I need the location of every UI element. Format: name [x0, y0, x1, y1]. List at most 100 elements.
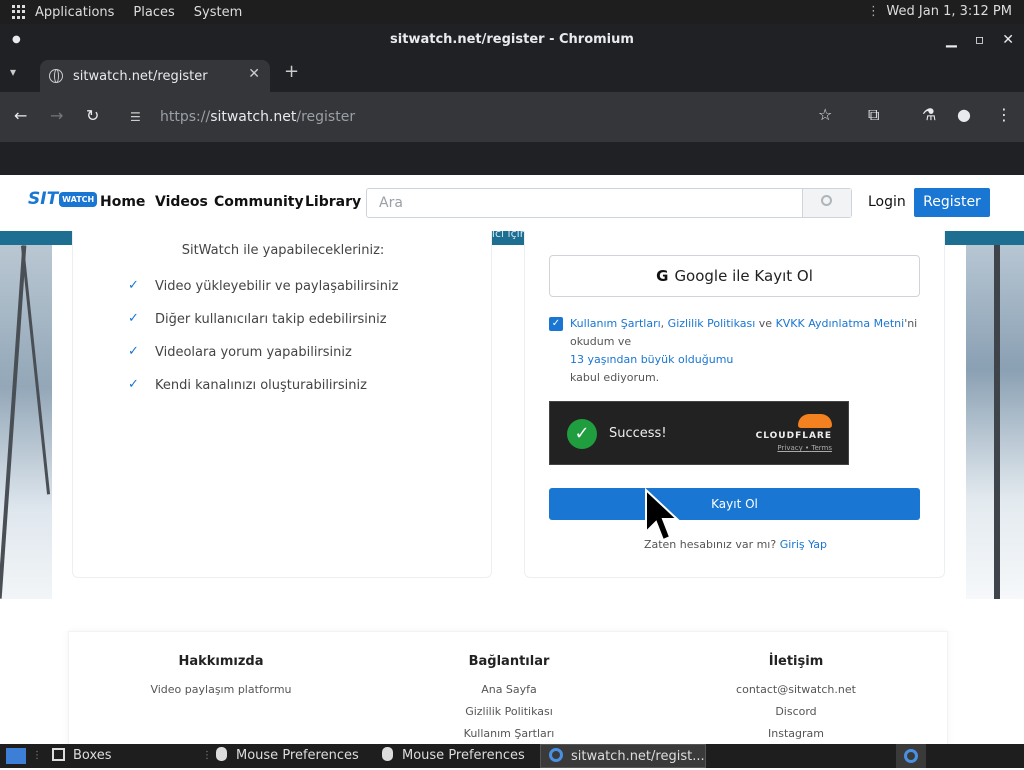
top-panel: Applications Places System ⋮ Wed Jan 1, … — [0, 0, 1024, 24]
captcha-privacy-link[interactable]: Privacy — [777, 444, 802, 452]
captcha-links: Privacy • Terms — [777, 444, 832, 452]
tab-active[interactable]: sitwatch.net/register ✕ — [40, 60, 270, 92]
terms-checkbox[interactable]: ✓ — [549, 317, 563, 331]
submit-register-button[interactable]: Kayıt Ol — [549, 488, 920, 520]
feature-item: ✓ Diğer kullanıcıları takip edebilirsiniz — [128, 311, 387, 327]
tray-chromium-icon[interactable] — [896, 744, 926, 768]
show-desktop-icon[interactable] — [6, 748, 26, 764]
tab-title: sitwatch.net/register — [73, 68, 208, 84]
logo-tv-icon: WATCH — [59, 191, 98, 207]
footer-links: Bağlantılar Ana Sayfa Gizlilik Politikas… — [389, 654, 629, 744]
register-button[interactable]: Register — [914, 188, 990, 217]
age-confirmation-link[interactable]: 13 yaşından büyük olduğumu — [570, 353, 733, 366]
labs-flask-icon[interactable]: ⚗ — [922, 105, 936, 124]
features-heading: SitWatch ile yapabilecekleriniz: — [181, 243, 385, 258]
toolbar-spacer — [0, 142, 1024, 175]
check-icon: ✓ — [128, 344, 139, 359]
search-button[interactable] — [802, 189, 851, 217]
footer-about-text: Video paylaşım platformu — [150, 683, 292, 696]
terms-of-use-link[interactable]: Kullanım Şartları — [570, 317, 661, 330]
privacy-policy-link[interactable]: Gizlilik Politikası — [668, 317, 756, 330]
applications-menu[interactable]: Applications — [35, 5, 114, 20]
login-link-bottom[interactable]: Giriş Yap — [780, 538, 827, 551]
search-input[interactable]: Ara — [379, 195, 403, 211]
have-account-text: Zaten hesabınız var mı? Giriş Yap — [643, 538, 828, 551]
site-info-icon[interactable]: ☰ — [130, 102, 144, 132]
site-footer: Hakkımızda Video paylaşım platformu Bağl… — [68, 631, 948, 744]
footer-contact-instagram[interactable]: Instagram — [676, 723, 916, 744]
window-menu-icon[interactable]: ● — [12, 24, 21, 56]
footer-link-privacy[interactable]: Gizlilik Politikası — [389, 701, 629, 723]
url-scheme: https:// — [160, 109, 211, 125]
kvkk-link[interactable]: KVKK Aydınlatma Metni — [776, 317, 905, 330]
panel-separator-icon: ⋮ — [867, 4, 880, 19]
places-menu[interactable]: Places — [133, 5, 174, 20]
apps-grid-icon[interactable] — [12, 5, 26, 19]
taskbar-item-boxes[interactable]: Boxes — [52, 744, 202, 768]
check-icon: ✓ — [128, 377, 139, 392]
taskbar-item-chromium[interactable]: sitwatch.net/regist... — [540, 744, 706, 768]
site-logo[interactable]: SIT WATCH — [28, 189, 98, 209]
footer-contact-discord[interactable]: Discord — [676, 701, 916, 723]
new-tab-icon[interactable]: + — [284, 61, 299, 82]
footer-about: Hakkımızda Video paylaşım platformu — [101, 654, 341, 701]
footer-link-terms[interactable]: Kullanım Şartları — [389, 723, 629, 744]
address-bar[interactable]: ☰ https://sitwatch.net/register — [126, 102, 846, 132]
background-winter-right — [966, 245, 1024, 599]
window-title: sitwatch.net/register - Chromium — [390, 32, 634, 47]
footer-contact: İletişim contact@sitwatch.net Discord In… — [676, 654, 916, 744]
feature-item: ✓ Video yükleyebilir ve paylaşabilirsiniz — [128, 278, 399, 294]
footer-links-title: Bağlantılar — [468, 654, 550, 669]
nav-videos[interactable]: Videos — [155, 194, 208, 210]
logo-text: SIT — [28, 189, 59, 209]
mouse-icon — [216, 747, 227, 761]
globe-icon — [49, 69, 63, 83]
cloudflare-brand: CLOUDFLARE — [755, 431, 832, 441]
footer-about-title: Hakkımızda — [178, 654, 264, 669]
minimize-icon[interactable]: ▁ — [946, 24, 957, 56]
footer-contact-title: İletişim — [768, 654, 824, 669]
check-icon: ✓ — [128, 278, 139, 293]
nav-library[interactable]: Library — [305, 194, 361, 210]
feature-item: ✓ Videolara yorum yapabilirsiniz — [128, 344, 352, 360]
footer-link-home[interactable]: Ana Sayfa — [389, 679, 629, 701]
taskbar-item-mouse-prefs-1[interactable]: Mouse Preferences — [216, 744, 376, 768]
boxes-icon — [52, 748, 65, 761]
clock[interactable]: Wed Jan 1, 3:12 PM — [886, 4, 1012, 19]
google-signup-button[interactable]: G Google ile Kayıt Ol — [549, 255, 920, 297]
captcha-status: Success! — [609, 426, 667, 441]
background-winter-left — [0, 245, 52, 599]
tab-search-icon[interactable]: ▾ — [10, 65, 16, 79]
chromium-icon — [549, 748, 563, 762]
back-icon[interactable]: ← — [14, 106, 27, 125]
menu-icon[interactable]: ⋮ — [996, 105, 1012, 124]
features-card: SitWatch ile yapabilecekleriniz: ✓ Video … — [72, 231, 492, 578]
login-link[interactable]: Login — [868, 194, 906, 210]
cloudflare-captcha[interactable]: ✓ Success! CLOUDFLARE Privacy • Terms — [549, 401, 849, 465]
taskbar-item-mouse-prefs-2[interactable]: Mouse Preferences — [382, 744, 542, 768]
browser-toolbar: ← → ↻ ☰ https://sitwatch.net/register ☆ ⧉… — [0, 92, 1024, 142]
mouse-cursor-icon — [645, 488, 680, 542]
reload-icon[interactable]: ↻ — [86, 106, 99, 125]
footer-contact-email[interactable]: contact@sitwatch.net — [676, 679, 916, 701]
extensions-icon[interactable]: ⧉ — [868, 105, 879, 125]
tab-strip: ▾ sitwatch.net/register ✕ + — [0, 56, 1024, 92]
search-box: Ara — [366, 188, 852, 218]
check-icon: ✓ — [128, 311, 139, 326]
bookmark-star-icon[interactable]: ☆ — [818, 105, 832, 124]
profile-icon[interactable]: ● — [957, 105, 971, 124]
nav-home[interactable]: Home — [100, 194, 145, 210]
captcha-terms-link[interactable]: Terms — [811, 444, 832, 452]
forward-icon[interactable]: → — [50, 106, 63, 125]
window-titlebar: ● sitwatch.net/register - Chromium ▁ ▫ ✕ — [0, 24, 1024, 56]
close-tab-icon[interactable]: ✕ — [248, 66, 260, 82]
site-header: SIT WATCH Home Videos Community Library A… — [0, 175, 1024, 231]
system-menu[interactable]: System — [194, 5, 242, 20]
nav-community[interactable]: Community — [214, 194, 304, 210]
success-check-icon: ✓ — [567, 419, 597, 449]
close-window-icon[interactable]: ✕ — [1002, 24, 1014, 56]
mouse-icon — [382, 747, 393, 761]
google-icon: G — [656, 267, 669, 285]
register-card: G Google ile Kayıt Ol ✓ Kullanım Şartları… — [524, 231, 945, 578]
maximize-icon[interactable]: ▫ — [975, 24, 985, 56]
